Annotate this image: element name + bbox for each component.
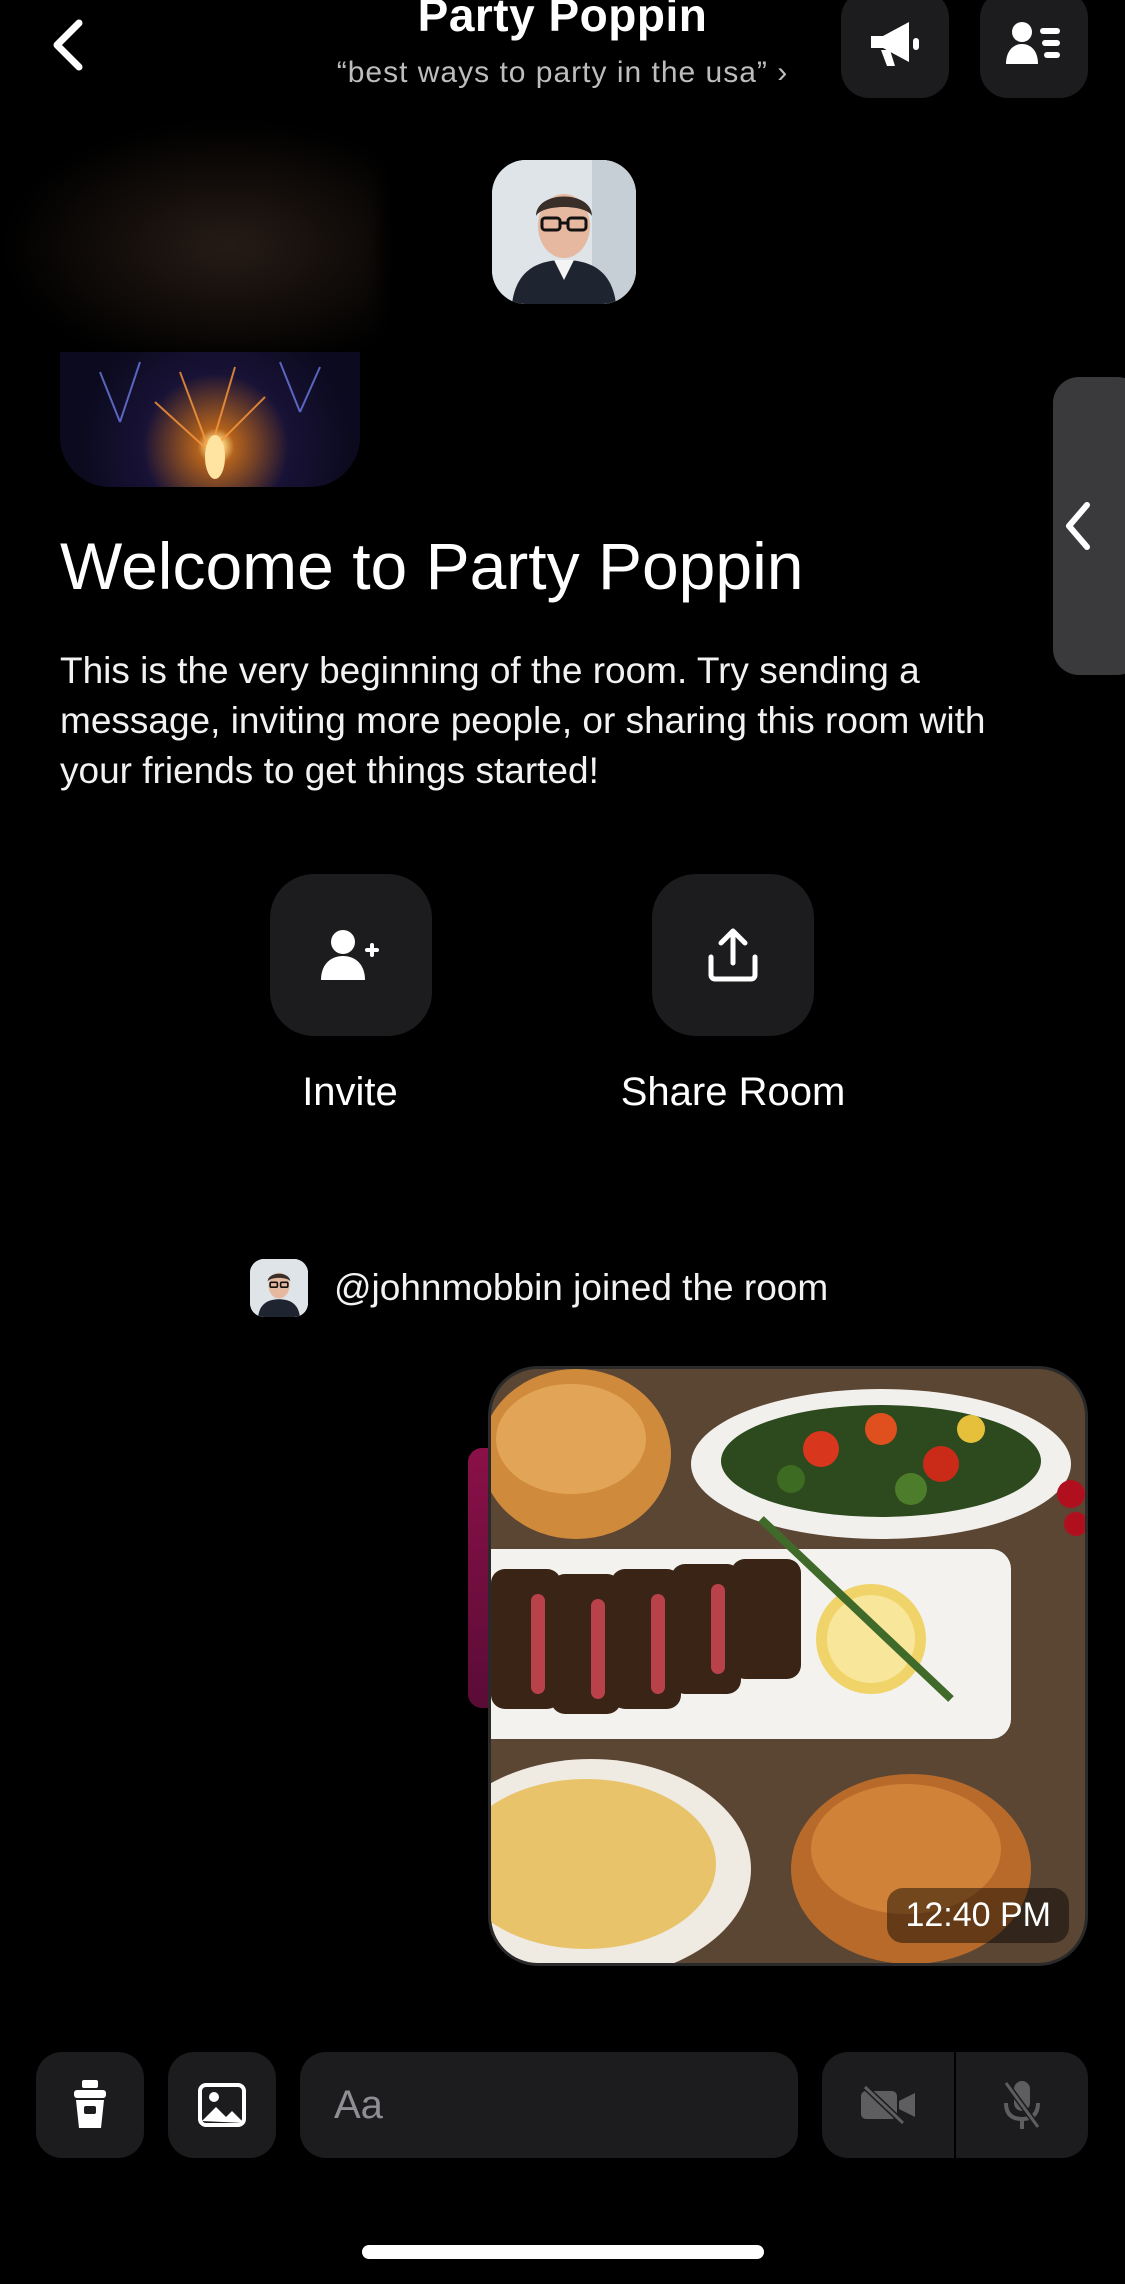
room-topic[interactable]: “best ways to party in the usa” › — [0, 56, 1125, 90]
join-event: @johnmobbin joined the room — [250, 1258, 828, 1318]
members-button[interactable] — [980, 0, 1088, 98]
share-icon — [708, 928, 758, 982]
megaphone-icon — [871, 22, 919, 66]
announcement-button[interactable] — [841, 0, 949, 98]
chevron-left-icon — [1066, 502, 1090, 550]
room-title[interactable]: Party Poppin — [0, 0, 1125, 42]
cup-button[interactable] — [36, 2052, 144, 2158]
invite-label: Invite — [302, 1070, 398, 1114]
mic-toggle-button[interactable] — [956, 2052, 1088, 2158]
food-photo-message[interactable]: 12:40 PM — [488, 1366, 1088, 1966]
message-timestamp: 12:40 PM — [887, 1888, 1069, 1943]
video-toggle-button[interactable] — [822, 2052, 954, 2158]
share-room-button[interactable] — [652, 874, 814, 1036]
avatar[interactable] — [250, 1259, 308, 1317]
background-glow — [0, 120, 380, 350]
mic-off-icon — [1003, 2081, 1041, 2129]
add-user-icon — [321, 930, 379, 980]
user-list-icon — [1006, 22, 1060, 64]
message-input[interactable] — [332, 2081, 851, 2129]
video-off-icon — [861, 2085, 915, 2125]
invite-button[interactable] — [270, 874, 432, 1036]
join-text: @johnmobbin joined the room — [334, 1267, 829, 1308]
welcome-description: This is the very beginning of the room. … — [60, 650, 986, 791]
message-input-field[interactable] — [300, 2052, 851, 2158]
image-icon — [198, 2083, 246, 2127]
gallery-button[interactable] — [168, 2052, 276, 2158]
share-room-label: Share Room — [620, 1070, 846, 1114]
home-indicator[interactable] — [362, 2245, 764, 2259]
room-cover-image — [60, 352, 360, 487]
welcome-heading: Welcome to Party Poppin — [60, 529, 804, 603]
host-avatar[interactable] — [492, 160, 636, 304]
cup-icon — [74, 2080, 106, 2128]
side-panel-toggle[interactable] — [1053, 377, 1125, 675]
food-photo — [491, 1369, 1085, 1963]
media-controls — [822, 2052, 1088, 2158]
